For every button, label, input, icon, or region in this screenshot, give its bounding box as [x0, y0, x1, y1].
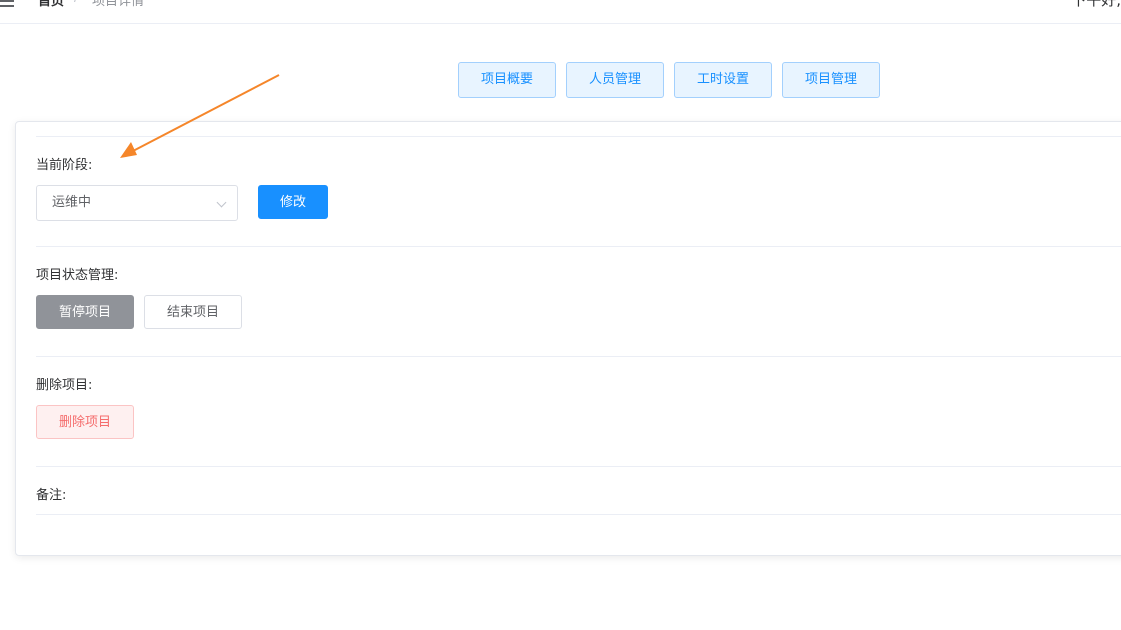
chevron-down-icon: [216, 197, 227, 208]
tab-work-hours-settings[interactable]: 工时设置: [674, 62, 772, 98]
divider: [36, 466, 1121, 467]
end-project-button[interactable]: 结束项目: [144, 295, 242, 329]
pause-project-button[interactable]: 暂停项目: [36, 295, 134, 329]
hamburger-menu-icon[interactable]: [0, 0, 14, 7]
divider: [36, 136, 1121, 137]
breadcrumb-current: 项目详情: [92, 0, 145, 9]
project-status-label: 项目状态管理:: [36, 268, 119, 283]
divider: [36, 246, 1121, 247]
delete-project-button[interactable]: 删除项目: [36, 405, 134, 439]
delete-project-label: 删除项目:: [36, 378, 93, 393]
top-bar: 首页 / 项目详情 下午好,: [0, 0, 1121, 24]
tab-project-management[interactable]: 项目管理: [782, 62, 880, 98]
modify-button[interactable]: 修改: [258, 185, 328, 219]
user-greeting[interactable]: 下午好,: [1071, 0, 1121, 10]
breadcrumb-separator: /: [74, 0, 78, 5]
tab-project-overview[interactable]: 项目概要: [458, 62, 556, 98]
breadcrumb-home[interactable]: 首页: [38, 0, 64, 9]
divider: [36, 514, 1121, 515]
tab-personnel-management[interactable]: 人员管理: [566, 62, 664, 98]
stage-select-value: 运维中: [52, 195, 92, 210]
current-stage-label: 当前阶段:: [36, 158, 93, 173]
divider: [36, 356, 1121, 357]
remark-label: 备注:: [36, 488, 67, 503]
stage-select[interactable]: 运维中: [36, 185, 238, 221]
project-management-card: 当前阶段: 运维中 修改 项目状态管理: 暂停项目 结束项目 删除项目: 删除项…: [15, 121, 1121, 556]
